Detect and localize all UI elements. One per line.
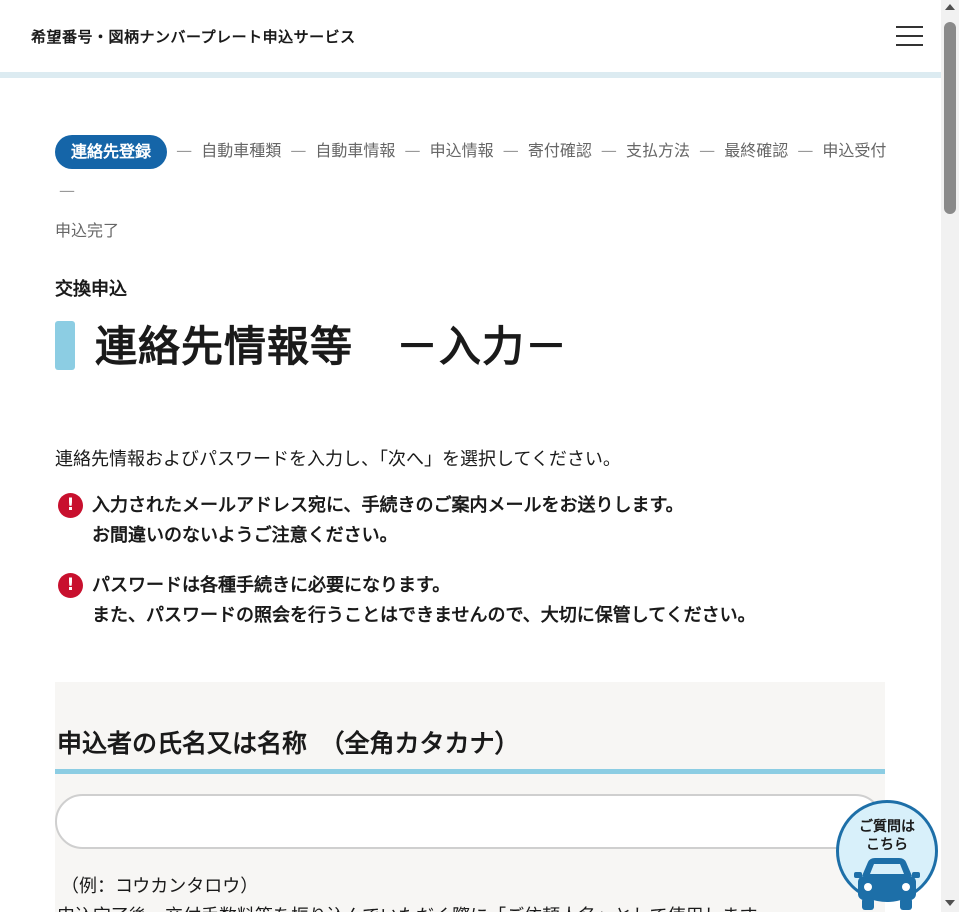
- step-separator: —: [176, 141, 193, 160]
- step-payment-method: 支払方法: [626, 141, 691, 160]
- help-label: ご質問は こちら: [836, 818, 938, 854]
- notice-text: 入力されたメールアドレス宛に、手続きのご案内メールをお送りします。 お間違いのな…: [92, 491, 684, 551]
- menu-line: [896, 35, 923, 37]
- help-label-line: ご質問は: [859, 819, 915, 835]
- help-label-line: こちら: [866, 837, 908, 853]
- applicant-name-section: 申込者の氏名又は名称 （全角カタカナ） （例：コウカンタロウ） 申込完了後、交付…: [55, 682, 885, 912]
- notice-line: また、パスワードの照会を行うことはできませんので、大切に保管してください。: [92, 605, 756, 626]
- progress-steps: 連絡先登録 — 自動車種類 — 自動車情報 — 申込情報 — 寄付確認 — 支払…: [55, 131, 895, 251]
- step-separator: —: [59, 181, 75, 200]
- step-separator: —: [290, 141, 307, 160]
- step-application-complete: 申込完了: [55, 221, 120, 240]
- step-application-received: 申込受付: [822, 141, 887, 160]
- intro-text: 連絡先情報およびパスワードを入力し、「次へ」を選択してください。: [55, 449, 621, 470]
- step-separator: —: [600, 141, 617, 160]
- example-text: （例：コウカンタロウ）: [61, 876, 259, 897]
- step-separator: —: [502, 141, 519, 160]
- step-application-info: 申込情報: [429, 141, 494, 160]
- exclamation-icon: !: [58, 493, 83, 518]
- step-separator: —: [404, 141, 421, 160]
- menu-line: [896, 26, 923, 28]
- step-contact-registration: 連絡先登録: [55, 134, 168, 169]
- page-title: 連絡先情報等 －入力－: [95, 322, 569, 371]
- step-separator: —: [797, 141, 814, 160]
- section-underline: [55, 769, 885, 774]
- notice-line: 入力されたメールアドレス宛に、手続きのご案内メールをお送りします。: [92, 495, 684, 516]
- step-final-confirm: 最終確認: [724, 141, 789, 160]
- car-icon: [854, 858, 920, 910]
- site-title: 希望番号・図柄ナンバープレート申込サービス: [31, 28, 356, 46]
- scroll-up-arrow-icon[interactable]: [945, 4, 955, 10]
- step-vehicle-type: 自動車種類: [201, 141, 282, 160]
- vertical-scrollbar[interactable]: [941, 0, 959, 912]
- title-accent-bar: [55, 321, 75, 370]
- usage-note: 申込完了後、交付手数料等を振り込んでいただく際に「ご依頼人名」として使用します。: [57, 902, 774, 912]
- menu-line: [896, 44, 923, 46]
- applicant-name-input[interactable]: [55, 794, 883, 849]
- applicant-name-label: 申込者の氏名又は名称 （全角カタカナ）: [57, 729, 520, 758]
- step-separator: —: [699, 141, 716, 160]
- help-button[interactable]: ご質問は こちら: [836, 800, 938, 912]
- hamburger-menu-icon[interactable]: [896, 24, 924, 48]
- page-subtitle: 交換申込: [55, 279, 127, 300]
- exclamation-icon: !: [58, 573, 83, 598]
- header-divider: [0, 72, 941, 78]
- notice-line: パスワードは各種手続きに必要になります。: [92, 575, 451, 596]
- site-header: 希望番号・図柄ナンバープレート申込サービス: [0, 0, 941, 72]
- scroll-down-arrow-icon[interactable]: [945, 900, 955, 906]
- notice-text: パスワードは各種手続きに必要になります。 また、パスワードの照会を行うことはでき…: [92, 571, 756, 631]
- step-donation-confirm: 寄付確認: [527, 141, 592, 160]
- notice-line: お間違いのないようご注意ください。: [92, 525, 398, 546]
- scroll-thumb[interactable]: [944, 22, 956, 214]
- step-vehicle-info: 自動車情報: [315, 141, 396, 160]
